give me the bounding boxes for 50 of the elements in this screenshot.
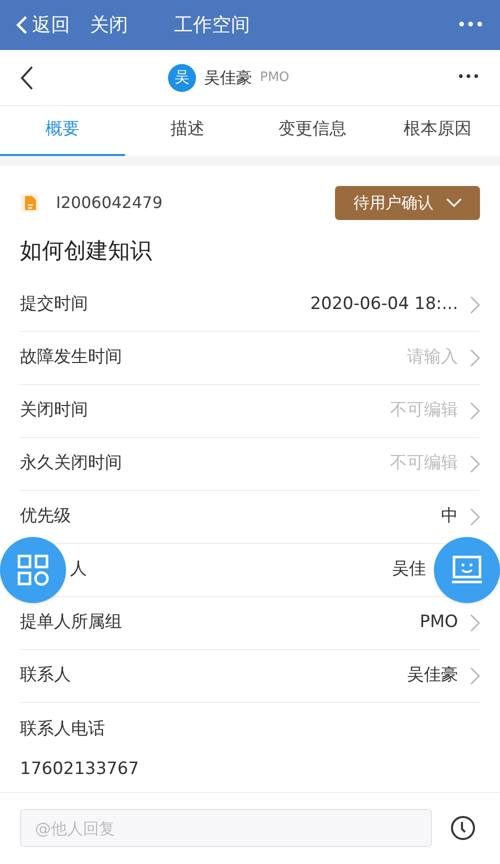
user-group: PMO [260,68,290,88]
user-name: 吴佳豪 [204,66,252,88]
field-value: 中 [441,505,458,528]
chevron-right-icon [470,296,480,314]
clock-icon[interactable] [450,815,476,841]
field-label: 关闭时间 [20,399,88,422]
ticket-title: 如何创建知识 [20,238,153,266]
grid-icon [17,554,49,586]
field-label: 联系人电话 [20,718,106,741]
field-label: 提单人所属组 [20,611,122,634]
chevron-right-icon [470,455,480,473]
field-value: 2020-06-04 18:... [310,293,458,316]
assistant-button[interactable] [434,537,500,603]
tab[interactable]: 变更信息 [250,106,375,156]
tab[interactable]: 根本原因 [375,106,500,156]
avatar: 吴 [168,64,196,92]
chevron-right-icon [470,614,480,632]
field-label: 人 [70,558,87,582]
window-title: 工作空间 [174,12,250,38]
field-label: 提交时间 [20,293,88,316]
chevron-right-icon [470,667,480,685]
field-label: 联系人 [20,664,71,688]
status-dropdown[interactable]: 待用户确认 [335,186,480,220]
monitor-face-icon [451,555,483,585]
reply-field[interactable]: @他人回复 [20,809,432,847]
close-button[interactable]: 关闭 [90,10,128,40]
field-label: 永久关闭时间 [20,452,122,476]
chevron-down-icon [446,198,462,208]
field-value: 17602133767 [20,758,140,780]
chevron-right-icon [470,508,480,526]
ticket-id: I2006042479 [56,192,163,214]
field-value: 吴佳豪 [407,664,458,688]
tab[interactable]: 概要 [0,106,125,156]
chevron-right-icon [470,349,480,367]
field-value: 不可编辑 [390,399,458,422]
chevron-right-icon [470,402,480,420]
field-value: PMO [420,611,458,634]
field-label: 优先级 [20,505,71,528]
more-button[interactable]: ••• [456,68,480,88]
document-icon [20,193,40,213]
field-value: 不可编辑 [390,452,458,476]
field-value: 请输入 [407,346,458,370]
field-value: 吴佳 [392,558,426,582]
tab[interactable]: 描述 [125,106,250,156]
back-button[interactable]: 返回 [16,10,70,40]
field-label: 故障发生时间 [20,346,122,370]
more-button[interactable]: ••• [456,13,484,37]
back-icon[interactable] [20,66,34,90]
back-icon [16,15,28,35]
apps-button[interactable] [0,537,66,603]
